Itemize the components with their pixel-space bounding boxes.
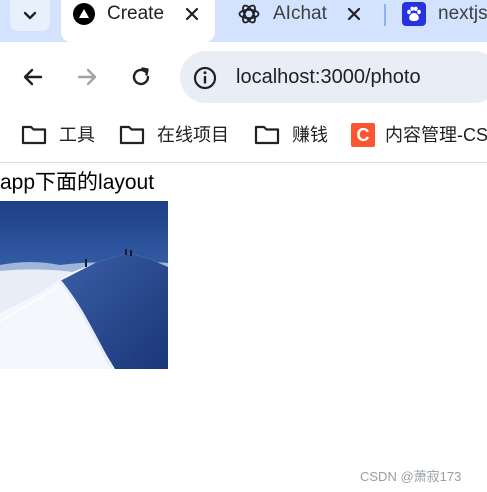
tab-title: nextjs [438,3,487,24]
bookmarks-bar: 工具 在线项目 赚钱 C 内容管理-CS [0,112,487,163]
tab-create[interactable]: Create [61,0,215,42]
site-info-icon[interactable] [192,65,218,91]
bookmark-content-management[interactable]: C 内容管理-CS [351,123,487,147]
chevron-down-icon [23,11,37,19]
address-bar[interactable]: localhost:3000/photo [180,51,487,103]
baidu-logo-icon [402,2,426,26]
url-text: localhost:3000/photo [236,66,421,88]
bookmark-label: 内容管理-CS [385,125,487,145]
tab-search-button[interactable] [10,0,50,31]
csdn-logo-icon: C [351,123,375,147]
tab-title: Create [107,3,165,24]
reload-button[interactable] [127,63,155,91]
bookmark-online-projects[interactable]: 在线项目 [119,123,229,147]
reload-icon [132,67,150,86]
tab-separator [384,4,386,26]
page-heading: app下面的layout [0,171,155,194]
close-icon[interactable] [181,3,203,25]
tab-strip: Create AIchat nextjs [0,0,487,42]
tab-title: AIchat [273,3,327,24]
bookmark-label: 工具 [59,125,95,145]
close-icon[interactable] [343,3,365,25]
folder-icon [254,125,280,145]
arrow-left-icon [23,68,43,86]
bookmark-earn-money[interactable]: 赚钱 [254,123,328,147]
bookmark-label: 在线项目 [157,125,229,145]
watermark: CSDN @萧寂173 [360,469,462,484]
back-button[interactable] [19,63,47,91]
mountain-photo [0,201,168,369]
folder-icon [119,125,145,145]
bookmark-label: 赚钱 [292,125,328,145]
bookmark-tools[interactable]: 工具 [21,123,95,147]
arrow-right-icon [77,68,97,86]
openai-logo-icon [237,2,261,26]
tab-aichat[interactable]: AIchat [225,0,383,30]
tab-nextjs[interactable]: nextjs [392,0,487,30]
forward-button[interactable] [73,63,101,91]
browser-toolbar: localhost:3000/photo [0,42,487,112]
folder-icon [21,125,47,145]
nextjs-logo-icon [73,3,95,25]
